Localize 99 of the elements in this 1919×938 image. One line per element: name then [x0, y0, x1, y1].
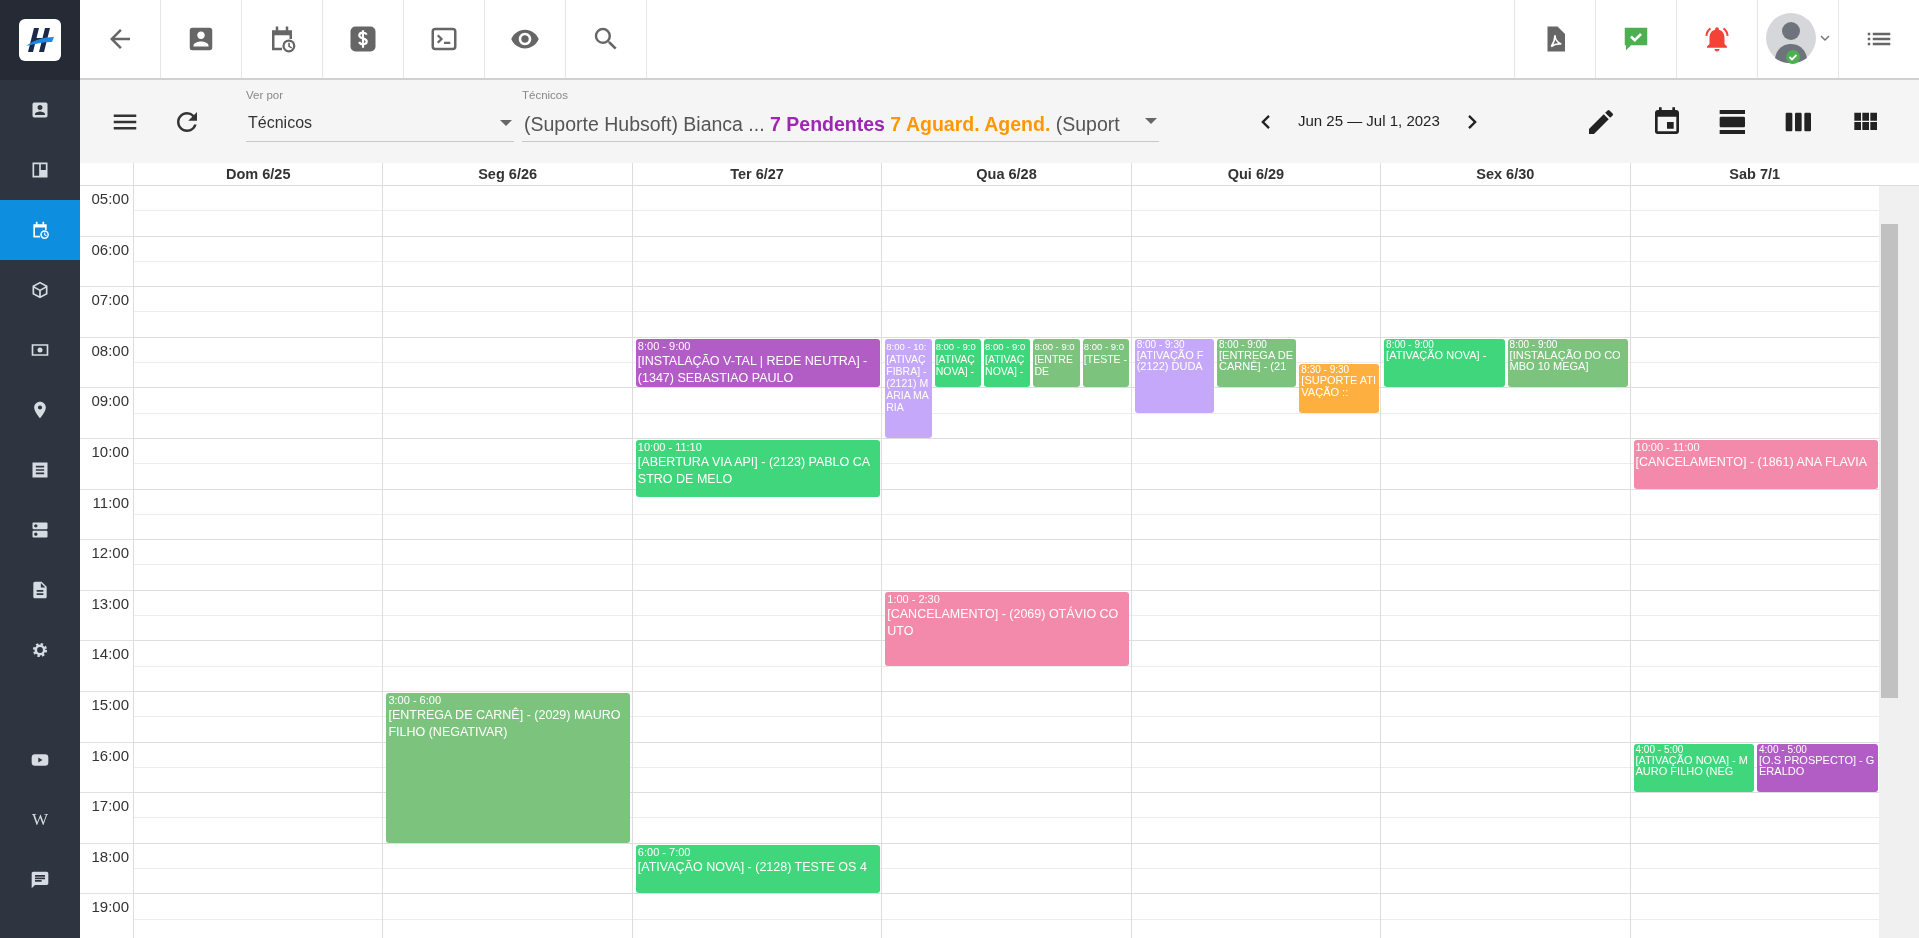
- event-time: 8:00 - 9:00: [1219, 338, 1268, 350]
- time-label: 18:00: [90, 846, 130, 867]
- event-time: 8:00 - 9:30: [1136, 338, 1185, 350]
- sidebar-item[interactable]: W: [0, 790, 80, 850]
- event-title: [ENTRE DE: [1034, 352, 1074, 377]
- event-time: 4:00 - 5:00: [1759, 743, 1808, 755]
- event-time: 8:00 - 9:00: [1386, 338, 1434, 350]
- event-title: [ATIVAÇÃO NOVA] -: [1386, 349, 1488, 362]
- dollar-icon: [348, 24, 378, 54]
- calendar-event[interactable]: 8:00 - 9:0 [TESTE -: [1082, 338, 1130, 388]
- event-title: [CANCELAMENTO] - (1861) ANA FLAVIA: [1635, 454, 1869, 471]
- calendar-event[interactable]: 10:00 - 11:00 [CANCELAMENTO] - (1861) ANA FLAVIA: [1633, 440, 1878, 489]
- event-time: 1:00 - 2:30: [887, 592, 941, 606]
- time-label: 15:00: [90, 694, 130, 715]
- contact-card-icon: [30, 100, 50, 120]
- day-header: Ter 6/27: [631, 163, 882, 185]
- calendar-event[interactable]: 8:00 - 9:00 [INSTALAÇÃO DO COMBO 10 MEGA]: [1507, 338, 1629, 388]
- calendar-event[interactable]: 1:00 - 2:30 [CANCELAMENTO] - (2069) OTÁVIO COUTO: [885, 591, 1130, 666]
- technicians-select[interactable]: (Suporte Hubsoft) Bianca ... 7 Pendentes 7 Aguard. Agend. (Suport: [524, 110, 1120, 140]
- field-label: Ver por: [246, 88, 285, 104]
- event-time: 8:00 - 9:0: [985, 339, 1027, 353]
- time-label: 07:00: [90, 290, 130, 311]
- event-title: [ATIVAÇÃO F (2122) DUDA: [1136, 349, 1205, 373]
- day-header: Sab 7/1: [1629, 163, 1879, 185]
- calendar-event[interactable]: 8:00 - 9:30 [ATIVAÇÃO F (2122) DUDA: [1134, 338, 1214, 413]
- board-icon: [30, 160, 50, 180]
- calendar-event[interactable]: 4:00 - 5:00 [O.S PROSPECTO] - GERALDO: [1757, 743, 1878, 793]
- day-header: Sex 6/30: [1380, 163, 1630, 185]
- time-label: 16:00: [90, 745, 130, 766]
- event-title: [ATIVAÇÃO NOVA] - MAURO FILHO (NEG: [1635, 754, 1749, 778]
- event-time: 10:00 - 11:10: [637, 441, 703, 454]
- calendar-event[interactable]: 8:00 - 9:00 [ENTREGA DE CARNÊ] - (21: [1217, 338, 1297, 388]
- time-label: 17:00: [90, 796, 130, 817]
- day-header: Dom 6/25: [133, 163, 383, 185]
- event-time: 10:00 - 11:00: [1635, 441, 1701, 454]
- time-label: 11:00: [91, 492, 130, 513]
- time-label: 13:00: [90, 593, 130, 614]
- settings-icon: [30, 640, 50, 660]
- event-title: [O.S PROSPECTO] - GERALDO: [1759, 754, 1876, 778]
- event-title: [ATIVAÇ NOVA] -: [985, 352, 1026, 377]
- calendar-event[interactable]: 10:00 - 11:10 [ABERTURA VIA API] - (2123) PABLO CASTRO DE MELO: [635, 440, 880, 498]
- day-header: Qui 6/29: [1130, 163, 1381, 185]
- calendar-event[interactable]: 8:00 - 9:00 [INSTALAÇÃO V-TAL | REDE NEUTRA] - (1347) SEBASTIAO PAULO: [635, 338, 880, 388]
- day-header: Qua 6/28: [881, 163, 1131, 185]
- chat-icon: [30, 870, 50, 890]
- event-time: 8:00 - 9:0: [1083, 339, 1125, 353]
- event-title: [SUPORTE ATIVAÇÃO ::: [1301, 375, 1377, 399]
- list-icon: [30, 460, 50, 480]
- event-time: 3:00 - 6:00: [388, 694, 442, 707]
- chevron-right-icon: [1467, 114, 1477, 129]
- event-title: [INSTALAÇÃO DO COMBO 10 MEGA]: [1509, 349, 1622, 373]
- calendar-event[interactable]: 6:00 - 7:00 [ATIVAÇÃO NOVA] - (2128) TESTE OS 4: [635, 844, 880, 894]
- event-title: [ATIVAÇÃO NOVA] - (2128) TESTE OS 4: [637, 858, 868, 876]
- event-title: [CANCELAMENTO] - (2069) OTÁVIO COUTO: [887, 605, 1120, 640]
- calendar-event[interactable]: 8:00 - 9:0 [ATIVAÇ NOVA] -: [934, 338, 982, 388]
- event-title: [ENTREGA DE CARNÊ] - (21: [1219, 349, 1294, 373]
- time-label: 06:00: [90, 239, 130, 260]
- calendar-event[interactable]: 8:00 - 9:0 [ATIVAÇ NOVA] -: [984, 338, 1031, 388]
- event-title: [ENTREGA DE CARNÊ] - (2029) MAURO FILHO (NEGATIVAR): [388, 707, 622, 741]
- document-icon: [30, 580, 50, 600]
- event-time: 8:30 - 9:30: [1301, 364, 1351, 376]
- event-time: 8:00 - 9:0: [935, 339, 977, 353]
- view-by-select[interactable]: Técnicos: [246, 110, 514, 142]
- date-range: Jun 25 — Jul 1, 2023: [1298, 111, 1440, 132]
- chevron-left-icon: [1261, 114, 1270, 129]
- event-time: 8:00 - 9:00: [1509, 338, 1558, 350]
- server-icon: [30, 520, 50, 540]
- event-time: 8:00 - 9:0: [1034, 339, 1076, 353]
- bell-icon: [1702, 24, 1732, 54]
- event-time: 6:00 - 7:00: [637, 845, 692, 859]
- cube-icon: [30, 280, 50, 300]
- event-title: [ATIVAÇ NOVA] -: [935, 352, 976, 377]
- calendar-event[interactable]: 8:00 - 9:00 [ATIVAÇÃO NOVA] -: [1384, 338, 1505, 388]
- time-label: 05:00: [90, 189, 130, 209]
- calendar-event[interactable]: 4:00 - 5:00 [ATIVAÇÃO NOVA] - MAURO FILHO (NEG: [1633, 743, 1755, 793]
- calendar-event[interactable]: 8:00 - 9:0 [ENTRE DE: [1033, 338, 1080, 388]
- calendar-clock-icon: [30, 220, 50, 240]
- event-title: [ATIVAÇ FIBRA] - (2121) MARIA MARIA: [886, 352, 930, 413]
- time-label: 12:00: [90, 543, 130, 564]
- time-label: 08:00: [90, 340, 130, 361]
- field-label: Técnicos: [522, 87, 570, 103]
- time-label: 19:00: [90, 897, 130, 918]
- avatar-icon: [1765, 11, 1831, 67]
- caret-icon: [1145, 117, 1157, 124]
- time-label: 09:00: [90, 391, 130, 412]
- calendar-event[interactable]: 3:00 - 6:00 [ENTREGA DE CARNÊ] - (2029) MAURO FILHO (NEGATIVAR): [386, 693, 631, 843]
- scrollbar[interactable]: [1878, 186, 1919, 938]
- day-header: Seg 6/26: [382, 163, 632, 185]
- logo-icon[interactable]: [19, 19, 61, 61]
- event-title: [TESTE -: [1083, 352, 1129, 365]
- time-label: 10:00: [90, 441, 130, 462]
- event-title: [INSTALAÇÃO V-TAL | REDE NEUTRA] - (1347) SEBASTIAO PAULO: [637, 352, 869, 387]
- calendar-event[interactable]: 8:00 - 10: [ATIVAÇ FIBRA] - (2121) MARIA MARIA: [885, 338, 932, 438]
- event-title: [ABERTURA VIA API] - (2123) PABLO CASTRO DE MELO: [637, 454, 872, 488]
- time-label: 14:00: [90, 644, 130, 665]
- event-time: 8:00 - 10:: [886, 339, 928, 353]
- event-time: 8:00 - 9:00: [637, 339, 692, 353]
- calendar-event[interactable]: 8:30 - 9:30 [SUPORTE ATIVAÇÃO ::: [1299, 364, 1379, 413]
- event-time: 4:00 - 5:00: [1635, 743, 1684, 755]
